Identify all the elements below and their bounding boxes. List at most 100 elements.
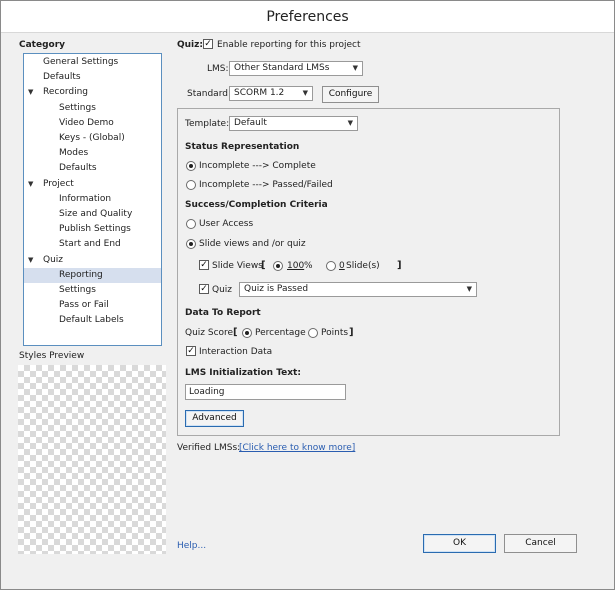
advanced-button[interactable]: Advanced xyxy=(185,410,244,427)
slide-percent-radio[interactable] xyxy=(273,261,283,271)
success-criteria-heading: Success/Completion Criteria xyxy=(185,200,328,210)
tree-item-label: Settings xyxy=(59,102,96,113)
slide-percent-unit: % xyxy=(304,261,313,271)
tree-item-label: Reporting xyxy=(59,269,103,280)
quiz-criteria-select[interactable]: Quiz is Passed ▼ xyxy=(239,282,477,297)
tree-item[interactable]: Reporting xyxy=(24,267,161,283)
interaction-data-checkbox[interactable]: ✓ xyxy=(186,346,196,356)
enable-reporting-checkbox[interactable]: ✓ xyxy=(203,39,213,49)
tree-item[interactable]: Publish Settings xyxy=(24,222,161,237)
tree-item-label: Default Labels xyxy=(59,315,124,326)
tree-item-label: Start and End xyxy=(59,239,121,250)
tree-item[interactable]: Pass or Fail xyxy=(24,298,161,313)
user-access-radio[interactable] xyxy=(186,219,196,229)
tree-item-label: Size and Quality xyxy=(59,209,133,219)
tree-item[interactable]: Size and Quality xyxy=(24,207,161,222)
status-complete-radio[interactable] xyxy=(186,161,196,171)
tree-item-label: Modes xyxy=(59,148,89,159)
quiz-criteria-select-value: Quiz is Passed xyxy=(244,284,309,294)
slide-count-unit: Slide(s) xyxy=(346,261,380,271)
tree-item[interactable]: Settings xyxy=(24,283,161,298)
quiz-score-bracket-open: [ xyxy=(233,327,238,338)
points-radio[interactable] xyxy=(308,328,318,338)
chevron-down-icon: ▼ xyxy=(302,89,308,97)
tree-item[interactable]: General Settings xyxy=(24,55,161,70)
category-tree[interactable]: General Settings Defaults ▼ Recording Settin… xyxy=(23,53,162,346)
slide-views-label: Slide Views xyxy=(212,261,263,271)
template-select[interactable]: Default ▼ xyxy=(229,116,358,131)
tree-item[interactable]: Defaults xyxy=(24,70,161,85)
slide-views-quiz-radio[interactable] xyxy=(186,239,196,249)
percentage-radio[interactable] xyxy=(242,328,252,338)
slide-percent-value[interactable]: 100 xyxy=(287,261,304,271)
tree-item-label: Video Demo xyxy=(59,117,114,128)
tree-item-label: Defaults xyxy=(43,72,81,83)
tree-item[interactable]: ▼ Project xyxy=(24,177,161,192)
template-select-value: Default xyxy=(234,118,267,128)
styles-preview-area xyxy=(18,365,166,554)
help-link[interactable]: Help... xyxy=(177,541,206,551)
configure-button[interactable]: Configure xyxy=(322,86,379,103)
user-access-label: User Access xyxy=(199,219,254,229)
tree-item[interactable]: Modes xyxy=(24,146,161,161)
slide-count-radio[interactable] xyxy=(326,261,336,271)
tree-item-label: Keys - (Global) xyxy=(59,133,125,143)
interaction-data-label: Interaction Data xyxy=(199,347,273,357)
lms-select[interactable]: Other Standard LMSs ▼ xyxy=(229,61,363,76)
standard-label: Standard: xyxy=(187,89,231,99)
tree-item-label: Recording xyxy=(43,87,89,98)
tree-item-label: Publish Settings xyxy=(59,224,131,235)
tree-item[interactable]: Keys - (Global) xyxy=(24,131,161,146)
ok-button[interactable]: OK xyxy=(423,534,496,553)
standard-select[interactable]: SCORM 1.2 ▼ xyxy=(229,86,313,101)
slide-count-value[interactable]: 0 xyxy=(339,261,345,271)
slide-views-bracket-open: [ xyxy=(261,260,266,271)
quiz-score-label: Quiz Score xyxy=(185,328,234,338)
chevron-down-icon: ▼ xyxy=(466,285,472,293)
tree-item[interactable]: Information xyxy=(24,192,161,207)
tree-item-label: Project xyxy=(43,178,74,189)
enable-reporting-label: Enable reporting for this project xyxy=(217,40,361,50)
quiz-score-bracket-close: ] xyxy=(349,327,354,338)
status-complete-label: Incomplete ---> Complete xyxy=(199,161,316,171)
slide-views-bracket-close: ] xyxy=(397,260,402,271)
tree-item-label: Pass or Fail xyxy=(59,300,109,311)
lms-select-value: Other Standard LMSs xyxy=(234,63,330,73)
tree-item[interactable]: ▼ Quiz xyxy=(24,253,161,268)
quiz-criteria-label: Quiz xyxy=(212,285,233,295)
tree-item[interactable]: ▼ Recording xyxy=(24,85,161,100)
chevron-down-icon: ▼ xyxy=(347,119,353,127)
quiz-label: Quiz: xyxy=(177,40,203,50)
cancel-button[interactable]: Cancel xyxy=(504,534,577,553)
tree-item[interactable]: Start and End xyxy=(24,237,161,252)
tree-item[interactable]: Settings xyxy=(24,101,161,116)
lms-label: LMS: xyxy=(207,64,229,74)
tree-item-label: Information xyxy=(59,193,112,204)
template-label: Template: xyxy=(185,119,230,129)
window-title: Preferences xyxy=(1,1,614,33)
tree-item-label: General Settings xyxy=(43,57,119,67)
data-to-report-heading: Data To Report xyxy=(185,308,261,318)
status-passed-failed-radio[interactable] xyxy=(186,180,196,190)
lms-init-heading: LMS Initialization Text: xyxy=(185,368,301,378)
status-representation-heading: Status Representation xyxy=(185,142,300,152)
standard-select-value: SCORM 1.2 xyxy=(234,88,285,98)
expand-arrow-icon[interactable]: ▼ xyxy=(28,177,33,192)
quiz-criteria-checkbox[interactable]: ✓ xyxy=(199,284,209,294)
points-label: Points xyxy=(321,328,349,338)
status-passed-failed-label: Incomplete ---> Passed/Failed xyxy=(199,180,333,190)
verified-lms-link[interactable]: [Click here to know more] xyxy=(239,443,355,453)
tree-item-label: Quiz xyxy=(43,254,64,265)
expand-arrow-icon[interactable]: ▼ xyxy=(28,85,33,100)
lms-init-input[interactable]: Loading xyxy=(185,384,346,400)
slide-views-checkbox[interactable]: ✓ xyxy=(199,260,209,270)
chevron-down-icon: ▼ xyxy=(352,64,358,72)
tree-item-label: Defaults xyxy=(59,163,97,174)
tree-item[interactable]: Defaults xyxy=(24,161,161,176)
tree-item[interactable]: Default Labels xyxy=(24,313,161,328)
tree-item[interactable]: Video Demo xyxy=(24,116,161,131)
verified-lms-label: Verified LMSs: xyxy=(177,443,241,453)
slide-views-quiz-label: Slide views and /or quiz xyxy=(199,239,306,249)
expand-arrow-icon[interactable]: ▼ xyxy=(28,253,33,268)
percentage-label: Percentage xyxy=(255,328,306,338)
